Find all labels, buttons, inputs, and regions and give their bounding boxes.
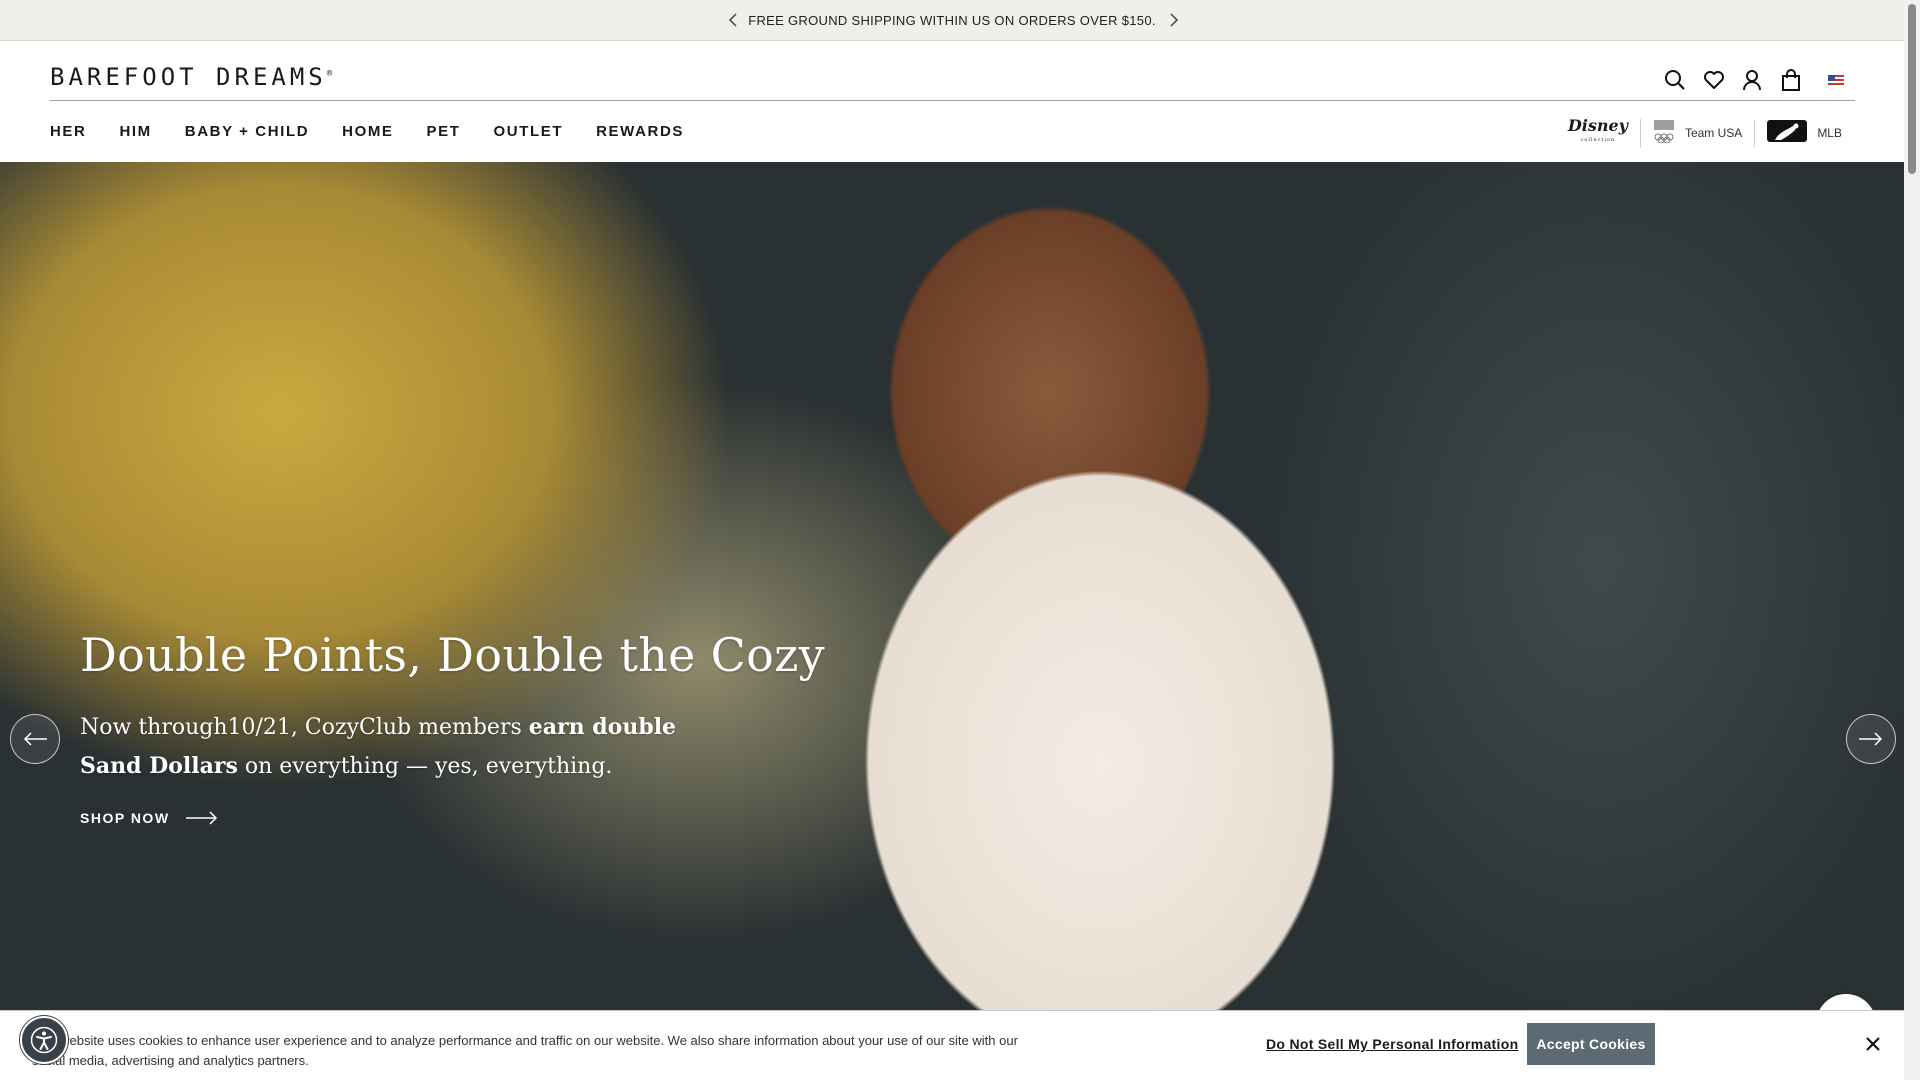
us-flag-icon[interactable]: [1828, 75, 1844, 87]
accept-cookies-button[interactable]: Accept Cookies: [1527, 1023, 1655, 1065]
hero-subtitle-bold-1: earn double: [528, 714, 677, 740]
nav-rewards[interactable]: REWARDS: [596, 123, 684, 140]
nav-him[interactable]: HIM: [119, 123, 151, 140]
page-scrollbar[interactable]: [1904, 0, 1920, 1080]
chevron-left-icon[interactable]: [722, 9, 744, 31]
site-header: BAREFOOT DREAMS® HER HIM BABY + CHILD HO…: [0, 41, 1904, 161]
heart-icon[interactable]: [1701, 67, 1727, 93]
disney-logo-sub: collection: [1580, 137, 1616, 143]
team-usa-label: Team USA: [1684, 126, 1743, 140]
main-nav: HER HIM BABY + CHILD HOME PET OUTLET REW…: [50, 123, 717, 140]
announcement-bar: FREE GROUND SHIPPING WITHIN US ON ORDERS…: [0, 0, 1904, 41]
nav-outlet[interactable]: OUTLET: [494, 123, 564, 140]
hero-subtitle-part-2: on everything — yes, everything.: [237, 754, 613, 779]
arrow-right-icon: [185, 811, 217, 825]
chevron-right-icon[interactable]: [1163, 9, 1185, 31]
arrow-left-icon: [23, 732, 47, 746]
nav-baby-child[interactable]: BABY + CHILD: [185, 123, 309, 140]
close-icon[interactable]: [1862, 1033, 1884, 1055]
hero-subtitle-part-1: Now through10/21, CozyClub members: [80, 715, 529, 740]
partner-mlb[interactable]: MLB: [1754, 119, 1854, 147]
nav-pet[interactable]: PET: [427, 123, 461, 140]
hero-copy: Double Points, Double the Cozy Now throu…: [80, 628, 825, 826]
nav-home[interactable]: HOME: [342, 123, 393, 140]
brand-logo-mark: ®: [326, 69, 333, 79]
brand-logo[interactable]: BAREFOOT DREAMS®: [50, 63, 332, 91]
carousel-prev-button[interactable]: [10, 714, 60, 764]
partner-links: Disney collection Team USA MLB: [1556, 117, 1854, 149]
cookie-message: This website uses cookies to enhance use…: [32, 1033, 1018, 1068]
hero-title: Double Points, Double the Cozy: [80, 628, 825, 682]
user-icon[interactable]: [1739, 67, 1765, 93]
carousel-next-button[interactable]: [1846, 714, 1896, 764]
team-usa-icon: [1653, 119, 1675, 148]
scrollbar-thumb[interactable]: [1908, 4, 1916, 174]
shop-now-link[interactable]: SHOP NOW: [80, 810, 825, 826]
hero-subtitle-bold-2: Sand Dollars: [80, 753, 238, 779]
mlb-label: MLB: [1817, 126, 1842, 140]
cookie-banner: This website uses cookies to enhance use…: [0, 1010, 1904, 1081]
nav-her[interactable]: HER: [50, 123, 86, 140]
arrow-right-icon: [1859, 732, 1883, 746]
mlb-logo-icon: [1767, 119, 1808, 147]
partner-disney[interactable]: Disney collection: [1556, 118, 1640, 147]
hero-banner[interactable]: Double Points, Double the Cozy Now throu…: [0, 162, 1904, 1080]
accessibility-icon[interactable]: [20, 1016, 68, 1064]
announcement-message: FREE GROUND SHIPPING WITHIN US ON ORDERS…: [748, 12, 1156, 28]
shop-now-label: SHOP NOW: [80, 810, 170, 826]
disney-logo: Disney collection: [1568, 118, 1628, 147]
do-not-sell-link[interactable]: Do Not Sell My Personal Information: [1266, 1036, 1518, 1052]
hero-subtitle: Now through10/21, CozyClub members earn …: [80, 708, 700, 786]
search-icon[interactable]: [1662, 67, 1688, 93]
bag-icon[interactable]: [1778, 67, 1804, 93]
partner-team-usa[interactable]: Team USA: [1639, 118, 1754, 148]
brand-logo-text: BAREFOOT DREAMS: [50, 63, 327, 91]
header-divider: [50, 100, 1855, 101]
